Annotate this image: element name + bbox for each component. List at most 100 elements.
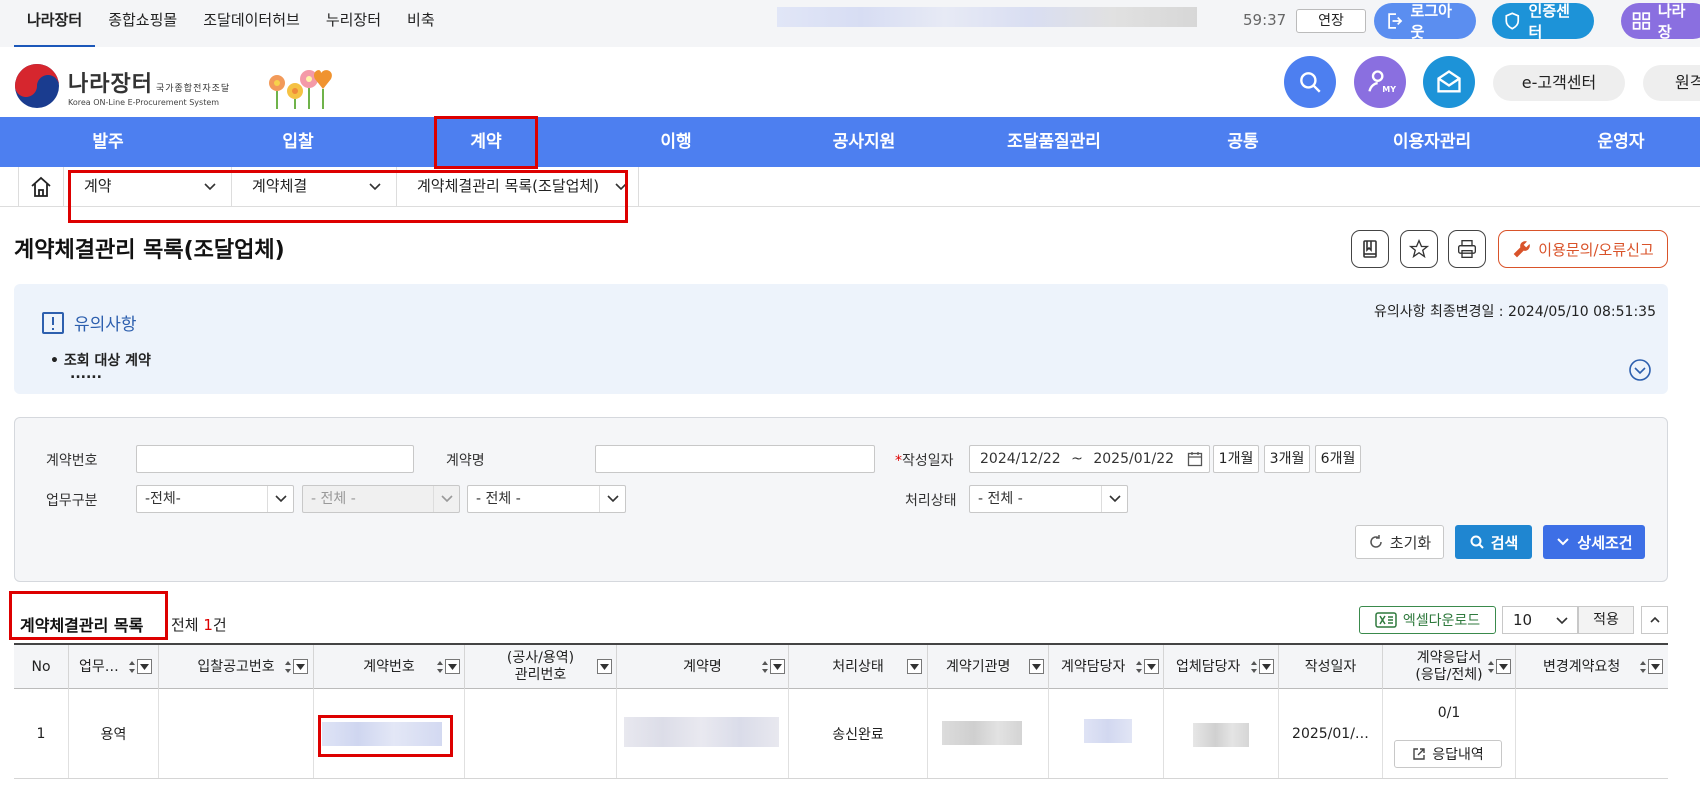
- wrench-icon: [1513, 241, 1531, 258]
- top-link-narajangter[interactable]: 나라장터: [14, 0, 96, 47]
- print-button[interactable]: [1448, 230, 1486, 268]
- contract-no-input[interactable]: [136, 445, 414, 473]
- e-customer-center-button[interactable]: e-고객센터: [1493, 65, 1625, 101]
- filter-icon[interactable]: [770, 659, 785, 674]
- filter-icon[interactable]: [137, 659, 152, 674]
- business-type-select-3[interactable]: - 전체 -: [467, 485, 626, 513]
- sort-icon[interactable]: [761, 660, 769, 674]
- date-range-input[interactable]: 2024/12/22 ~ 2025/01/22: [969, 445, 1210, 473]
- detail-conditions-label: 상세조건: [1577, 533, 1633, 552]
- logout-button[interactable]: 로그아웃: [1374, 2, 1476, 41]
- main-navigation: 발주 입찰 계약 이행 공사지원 조달품질관리 공통 이용자관리 운영자: [0, 117, 1700, 167]
- filter-icon[interactable]: [1029, 659, 1044, 674]
- calendar-icon[interactable]: [1187, 451, 1203, 467]
- apply-page-size-button[interactable]: 적용: [1578, 606, 1634, 634]
- col-header-management-no[interactable]: (공사/용역) 관리번호: [465, 645, 617, 689]
- nav-user-management[interactable]: 이용자관리: [1393, 117, 1471, 167]
- top-link-shopping[interactable]: 종합쇼핑몰: [95, 0, 190, 47]
- sort-filter-change-request[interactable]: [1639, 659, 1663, 674]
- nav-contract[interactable]: 계약: [470, 117, 501, 167]
- book-icon: [1363, 240, 1377, 258]
- filter-icon[interactable]: [1144, 659, 1159, 674]
- sort-icon[interactable]: [128, 660, 136, 674]
- nav-order[interactable]: 발주: [92, 117, 123, 167]
- filter-icon[interactable]: [1648, 659, 1663, 674]
- filter-icon[interactable]: [293, 659, 308, 674]
- top-link-stockpile[interactable]: 비축: [394, 0, 448, 47]
- nav-quality-management[interactable]: 조달품질관리: [1007, 117, 1101, 167]
- contract-name-input[interactable]: [595, 445, 875, 473]
- sort-filter-contract-no[interactable]: [436, 659, 460, 674]
- sort-icon[interactable]: [1250, 660, 1258, 674]
- search-label: 검색: [1490, 533, 1519, 552]
- sort-filter-contract-manager[interactable]: [1135, 659, 1159, 674]
- top-link-nurijangter[interactable]: 누리장터: [313, 0, 394, 47]
- sort-icon[interactable]: [284, 660, 292, 674]
- sort-filter-bid-notice-no[interactable]: [284, 659, 308, 674]
- period-3month-button[interactable]: 3개월: [1264, 445, 1310, 473]
- sort-icon[interactable]: [1639, 660, 1647, 674]
- favorite-button[interactable]: [1400, 230, 1438, 268]
- business-type-select-2: - 전체 -: [302, 485, 460, 513]
- sort-icon[interactable]: [436, 660, 444, 674]
- redacted-vendor-manager: [1193, 723, 1249, 747]
- col-header-agency-label: 계약기관명: [946, 658, 1011, 675]
- message-button[interactable]: [1423, 56, 1475, 108]
- sort-filter-contract-name[interactable]: [761, 659, 785, 674]
- sort-filter-agency[interactable]: [1029, 659, 1044, 674]
- period-6month-button[interactable]: 6개월: [1315, 445, 1361, 473]
- sort-filter-response[interactable]: [1487, 659, 1511, 674]
- star-icon: [1409, 239, 1429, 259]
- session-extend-button[interactable]: 연장: [1296, 9, 1366, 33]
- narajangter-app-button[interactable]: 나라장: [1621, 2, 1700, 41]
- excel-download-button[interactable]: 엑셀다운로드: [1359, 606, 1496, 634]
- search-icon: [1470, 535, 1484, 549]
- sort-filter-business[interactable]: [128, 659, 152, 674]
- home-button[interactable]: [18, 167, 64, 207]
- search-button[interactable]: 검색: [1455, 525, 1532, 559]
- col-header-response-line2: (응답/전체): [1415, 667, 1483, 683]
- col-header-response-line1: 계약응답서: [1416, 650, 1482, 666]
- sort-icon[interactable]: [1135, 660, 1143, 674]
- search-circle-button[interactable]: [1284, 56, 1336, 108]
- business-type-select-1[interactable]: -전체-: [136, 485, 294, 513]
- sort-filter-status[interactable]: [907, 659, 922, 674]
- nav-performance[interactable]: 이행: [660, 117, 691, 167]
- filter-icon[interactable]: [597, 659, 612, 674]
- sort-filter-vendor-manager[interactable]: [1250, 659, 1274, 674]
- cert-center-button[interactable]: 인증센터: [1492, 2, 1594, 41]
- redacted-contract-no[interactable]: [322, 722, 442, 746]
- nav-bidding[interactable]: 입찰: [282, 117, 313, 167]
- filter-icon[interactable]: [1496, 659, 1511, 674]
- my-page-button[interactable]: MY: [1354, 56, 1406, 108]
- breadcrumb-level1[interactable]: 계약: [64, 167, 232, 207]
- filter-icon[interactable]: [1259, 659, 1274, 674]
- filter-icon[interactable]: [445, 659, 460, 674]
- scroll-top-button[interactable]: [1641, 606, 1668, 634]
- sort-icon[interactable]: [1487, 660, 1495, 674]
- reset-button[interactable]: 초기화: [1355, 525, 1444, 559]
- col-header-write-date[interactable]: 작성일자: [1279, 645, 1383, 689]
- manual-button[interactable]: [1351, 230, 1389, 268]
- remote-support-button[interactable]: 원격: [1643, 65, 1700, 101]
- home-icon: [31, 176, 51, 197]
- response-history-button[interactable]: 응답내역: [1394, 740, 1502, 768]
- filter-icon[interactable]: [907, 659, 922, 674]
- process-status-select[interactable]: - 전체 -: [969, 485, 1128, 513]
- period-1month-button[interactable]: 1개월: [1213, 445, 1259, 473]
- nav-common[interactable]: 공통: [1227, 117, 1258, 167]
- inquiry-report-button[interactable]: 이용문의/오류신고: [1498, 230, 1668, 268]
- notice-title-label: 유의사항: [74, 315, 137, 335]
- breadcrumb-level3[interactable]: 계약체결관리 목록(조달업체): [397, 167, 639, 207]
- notice-expand-button[interactable]: [1628, 358, 1652, 386]
- page-size-select[interactable]: 10: [1502, 606, 1578, 634]
- site-logo[interactable]: 나라장터 국가종합전자조달 Korea ON-Line E-Procurement…: [14, 63, 230, 109]
- nav-construction-support[interactable]: 공사지원: [833, 117, 896, 167]
- nav-operator[interactable]: 운영자: [1598, 117, 1645, 167]
- sort-filter-management-no[interactable]: [597, 659, 612, 674]
- top-link-datahub[interactable]: 조달데이터허브: [190, 0, 313, 47]
- date-to: 2025/01/22: [1093, 451, 1175, 467]
- breadcrumb-level2[interactable]: 계약체결: [232, 167, 397, 207]
- detail-conditions-button[interactable]: 상세조건: [1543, 525, 1645, 559]
- cell-bid-notice-no: [159, 689, 314, 779]
